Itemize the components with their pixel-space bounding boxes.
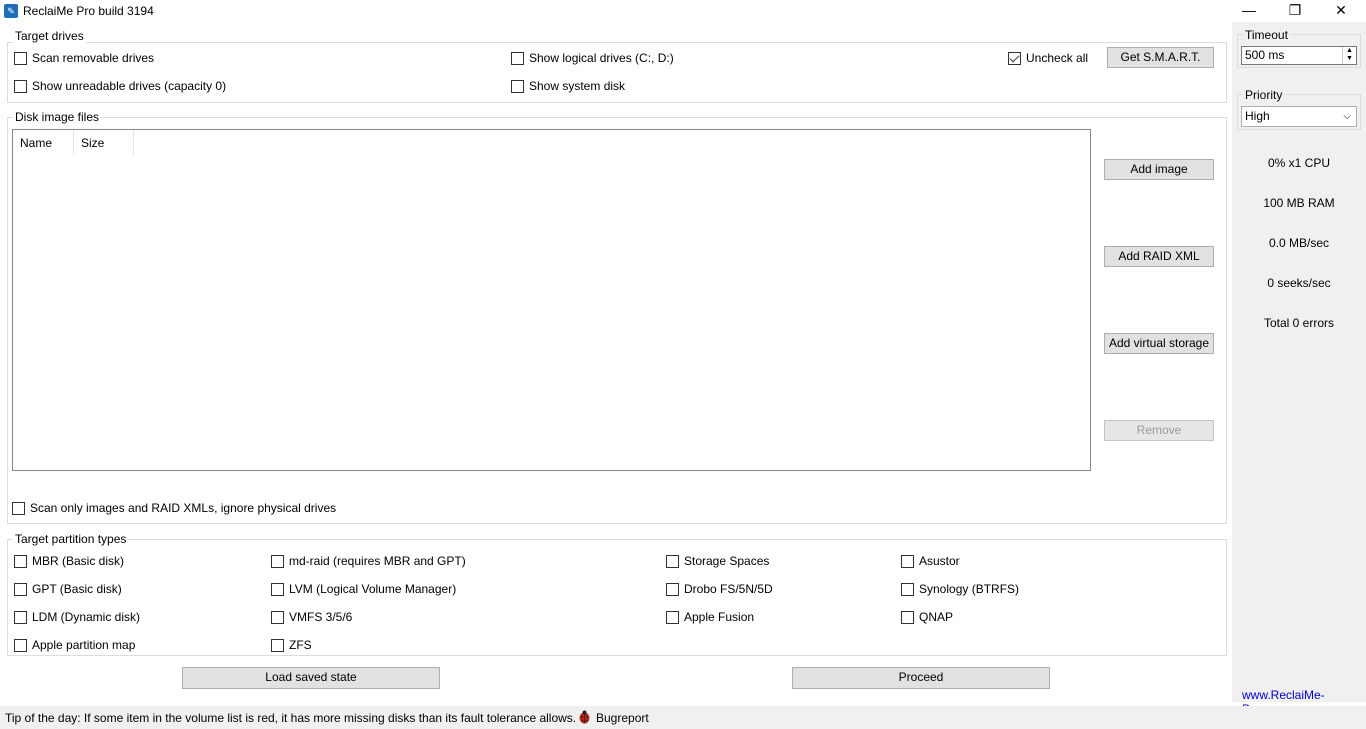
checkbox-label: Show unreadable drives (capacity 0) — [32, 79, 227, 93]
checkbox-box[interactable] — [1008, 51, 1021, 65]
vmfs-checkbox[interactable]: VMFS 3/5/6 — [271, 610, 352, 624]
storage-spaces-checkbox[interactable]: Storage Spaces — [666, 554, 769, 568]
disk-image-files-legend: Disk image files — [13, 110, 102, 124]
spin-up-icon[interactable]: ▲ — [1343, 47, 1356, 55]
checkbox-label: Show logical drives (C:, D:) — [529, 51, 674, 65]
zfs-checkbox[interactable]: ZFS — [271, 638, 312, 652]
errors-stat: Total 0 errors — [1263, 316, 1335, 330]
checkbox-label: LVM (Logical Volume Manager) — [289, 582, 457, 596]
checkbox-box[interactable] — [901, 554, 914, 568]
asustor-checkbox[interactable]: Asustor — [901, 554, 960, 568]
chevron-down-icon: ⌵ — [1343, 111, 1351, 122]
partition-types-legend: Target partition types — [13, 532, 129, 546]
remove-button[interactable]: Remove — [1104, 420, 1214, 441]
checkbox-box[interactable] — [14, 638, 27, 652]
priority-legend: Priority — [1243, 88, 1285, 102]
bugreport-link[interactable]: Bugreport — [596, 711, 649, 725]
checkbox-label: Synology (BTRFS) — [919, 582, 1020, 596]
window-title: ReclaiMe Pro build 3194 — [23, 4, 154, 18]
scan-only-images-checkbox[interactable]: Scan only images and RAID XMLs, ignore p… — [12, 501, 336, 515]
checkbox-box[interactable] — [511, 51, 524, 65]
image-file-list[interactable]: Name Size — [12, 129, 1091, 471]
checkbox-label: GPT (Basic disk) — [32, 582, 122, 596]
get-smart-button[interactable]: Get S.M.A.R.T. — [1107, 47, 1214, 68]
add-virtual-storage-button[interactable]: Add virtual storage — [1104, 333, 1214, 354]
checkbox-label: Drobo FS/5N/5D — [684, 582, 773, 596]
checkbox-label: ZFS — [289, 638, 312, 652]
checkbox-box[interactable] — [14, 51, 27, 65]
status-bar: Tip of the day: If some item in the volu… — [0, 706, 1366, 729]
title-bar: ✎ ReclaiMe Pro build 3194 — ❐ ✕ — [0, 0, 1366, 22]
checkbox-box[interactable] — [271, 638, 284, 652]
load-saved-state-button[interactable]: Load saved state — [182, 667, 440, 689]
add-image-button[interactable]: Add image — [1104, 159, 1214, 180]
target-drives-legend: Target drives — [13, 29, 86, 43]
partition-types-group — [7, 539, 1227, 656]
wrench-icon: ✎ — [4, 4, 18, 18]
throughput-stat: 0.0 MB/sec — [1268, 236, 1330, 250]
checkbox-label: VMFS 3/5/6 — [289, 610, 353, 624]
checkbox-label: Apple Fusion — [684, 610, 755, 624]
checkbox-box[interactable] — [901, 582, 914, 596]
checkbox-label: Scan removable drives — [32, 51, 155, 65]
drobo-checkbox[interactable]: Drobo FS/5N/5D — [666, 582, 773, 596]
uncheck-all-checkbox[interactable]: Uncheck all — [1008, 51, 1088, 65]
lvm-checkbox[interactable]: LVM (Logical Volume Manager) — [271, 582, 456, 596]
checkbox-label: LDM (Dynamic disk) — [32, 610, 141, 624]
show-unreadable-checkbox[interactable]: Show unreadable drives (capacity 0) — [14, 79, 226, 93]
timeout-value: 500 ms — [1245, 48, 1285, 62]
checkbox-box[interactable] — [14, 554, 27, 568]
gpt-checkbox[interactable]: GPT (Basic disk) — [14, 582, 122, 596]
apple-fusion-checkbox[interactable]: Apple Fusion — [666, 610, 754, 624]
checkbox-box[interactable] — [901, 610, 914, 624]
spin-down-icon[interactable]: ▼ — [1343, 55, 1356, 63]
checkbox-box[interactable] — [271, 554, 284, 568]
checkbox-box[interactable] — [511, 79, 524, 93]
checkbox-label: Asustor — [919, 554, 960, 568]
tip-of-the-day: Tip of the day: If some item in the volu… — [5, 711, 577, 725]
qnap-checkbox[interactable]: QNAP — [901, 610, 953, 624]
checkbox-label: md-raid (requires MBR and GPT) — [289, 554, 466, 568]
apple-partition-map-checkbox[interactable]: Apple partition map — [14, 638, 135, 652]
restore-button[interactable]: ❐ — [1272, 0, 1318, 22]
checkbox-box[interactable] — [666, 582, 679, 596]
close-button[interactable]: ✕ — [1318, 0, 1364, 22]
mbr-checkbox[interactable]: MBR (Basic disk) — [14, 554, 124, 568]
ladybug-icon[interactable] — [578, 710, 591, 724]
checkbox-box[interactable] — [14, 582, 27, 596]
show-logical-checkbox[interactable]: Show logical drives (C:, D:) — [511, 51, 674, 65]
timeout-spinbox[interactable]: 500 ms ▲ ▼ — [1241, 46, 1357, 65]
ram-stat: 100 MB RAM — [1263, 196, 1335, 210]
checkbox-box[interactable] — [14, 610, 27, 624]
checkbox-box[interactable] — [666, 554, 679, 568]
checkbox-label: Show system disk — [529, 79, 626, 93]
timeout-legend: Timeout — [1243, 28, 1290, 42]
checkbox-label: Scan only images and RAID XMLs, ignore p… — [30, 501, 337, 515]
checkbox-label: Storage Spaces — [684, 554, 770, 568]
cpu-stat: 0% x1 CPU — [1267, 156, 1331, 170]
column-header-size[interactable]: Size — [74, 130, 134, 156]
checkbox-box[interactable] — [12, 501, 25, 515]
synology-checkbox[interactable]: Synology (BTRFS) — [901, 582, 1019, 596]
minimize-button[interactable]: — — [1226, 0, 1272, 22]
checkbox-box[interactable] — [271, 610, 284, 624]
show-system-checkbox[interactable]: Show system disk — [511, 79, 625, 93]
priority-value: High — [1245, 109, 1270, 123]
add-raid-xml-button[interactable]: Add RAID XML — [1104, 246, 1214, 267]
checkbox-label: Apple partition map — [32, 638, 136, 652]
ldm-checkbox[interactable]: LDM (Dynamic disk) — [14, 610, 140, 624]
seeks-stat: 0 seeks/sec — [1267, 276, 1331, 290]
checkbox-box[interactable] — [14, 79, 27, 93]
column-header-name[interactable]: Name — [13, 130, 74, 156]
proceed-button[interactable]: Proceed — [792, 667, 1050, 689]
priority-select[interactable]: High ⌵ — [1241, 106, 1357, 127]
checkbox-label: Uncheck all — [1026, 51, 1089, 65]
scan-removable-checkbox[interactable]: Scan removable drives — [14, 51, 154, 65]
md-raid-checkbox[interactable]: md-raid (requires MBR and GPT) — [271, 554, 466, 568]
checkbox-box[interactable] — [271, 582, 284, 596]
checkbox-label: QNAP — [919, 610, 954, 624]
right-panel: Timeout 500 ms ▲ ▼ Priority High ⌵ 0% x1… — [1232, 22, 1366, 716]
checkbox-label: MBR (Basic disk) — [32, 554, 125, 568]
checkbox-box[interactable] — [666, 610, 679, 624]
